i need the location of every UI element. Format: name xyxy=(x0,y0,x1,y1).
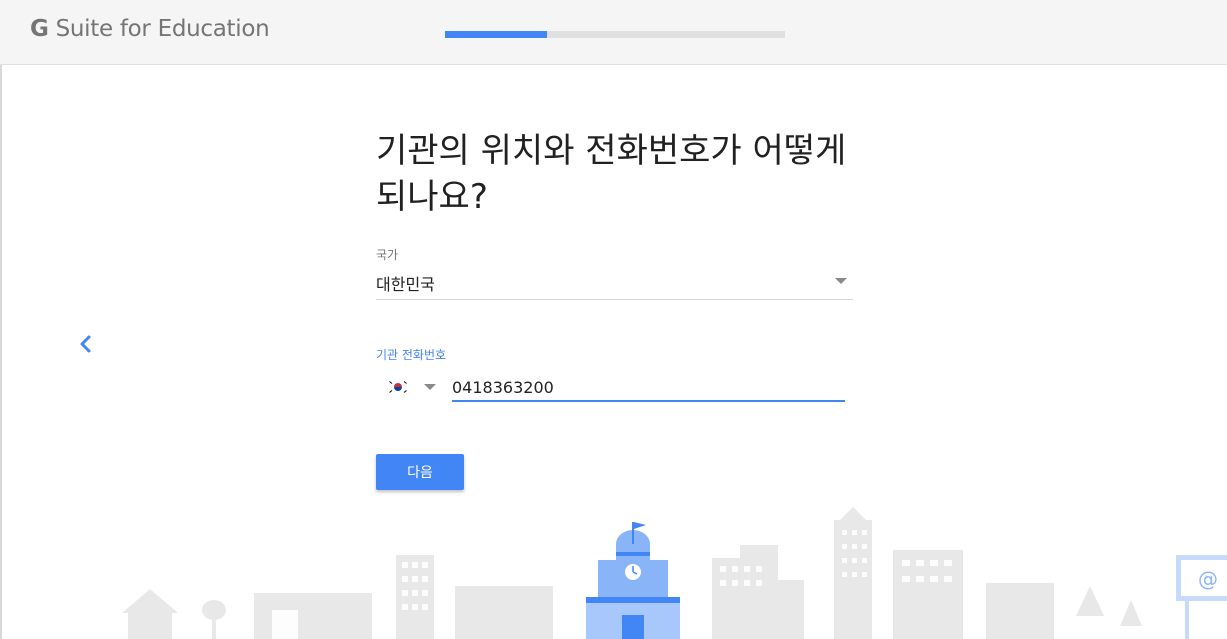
billboard: @ xyxy=(1176,555,1227,639)
school-building xyxy=(586,522,680,639)
phone-input[interactable] xyxy=(452,374,845,402)
logo-text: Suite for Education xyxy=(48,16,270,42)
setup-progress-bar xyxy=(445,31,785,38)
next-button[interactable]: 다음 xyxy=(376,454,464,490)
phone-label: 기관 전화번호 xyxy=(376,348,447,362)
back-button[interactable] xyxy=(72,330,100,358)
billboard-symbol: @ xyxy=(1198,567,1218,591)
gsuite-logo: G Suite for Education xyxy=(30,16,270,42)
city-skyline-illustration: @ xyxy=(122,507,1227,639)
triangle-down-icon xyxy=(835,278,847,284)
country-select[interactable]: 대한민국 xyxy=(376,268,853,300)
country-code-picker[interactable] xyxy=(388,376,438,398)
page-title: 기관의 위치와 전화번호가 어떻게 되나요? xyxy=(376,131,847,217)
app-header: G Suite for Education xyxy=(0,0,1227,65)
logo-g: G xyxy=(30,16,49,42)
country-label: 국가 xyxy=(376,248,399,262)
korea-flag-icon xyxy=(388,379,408,395)
chevron-left-icon xyxy=(80,335,91,353)
triangle-down-icon xyxy=(424,384,436,390)
setup-progress-fill xyxy=(445,31,547,38)
country-value: 대한민국 xyxy=(376,275,435,294)
